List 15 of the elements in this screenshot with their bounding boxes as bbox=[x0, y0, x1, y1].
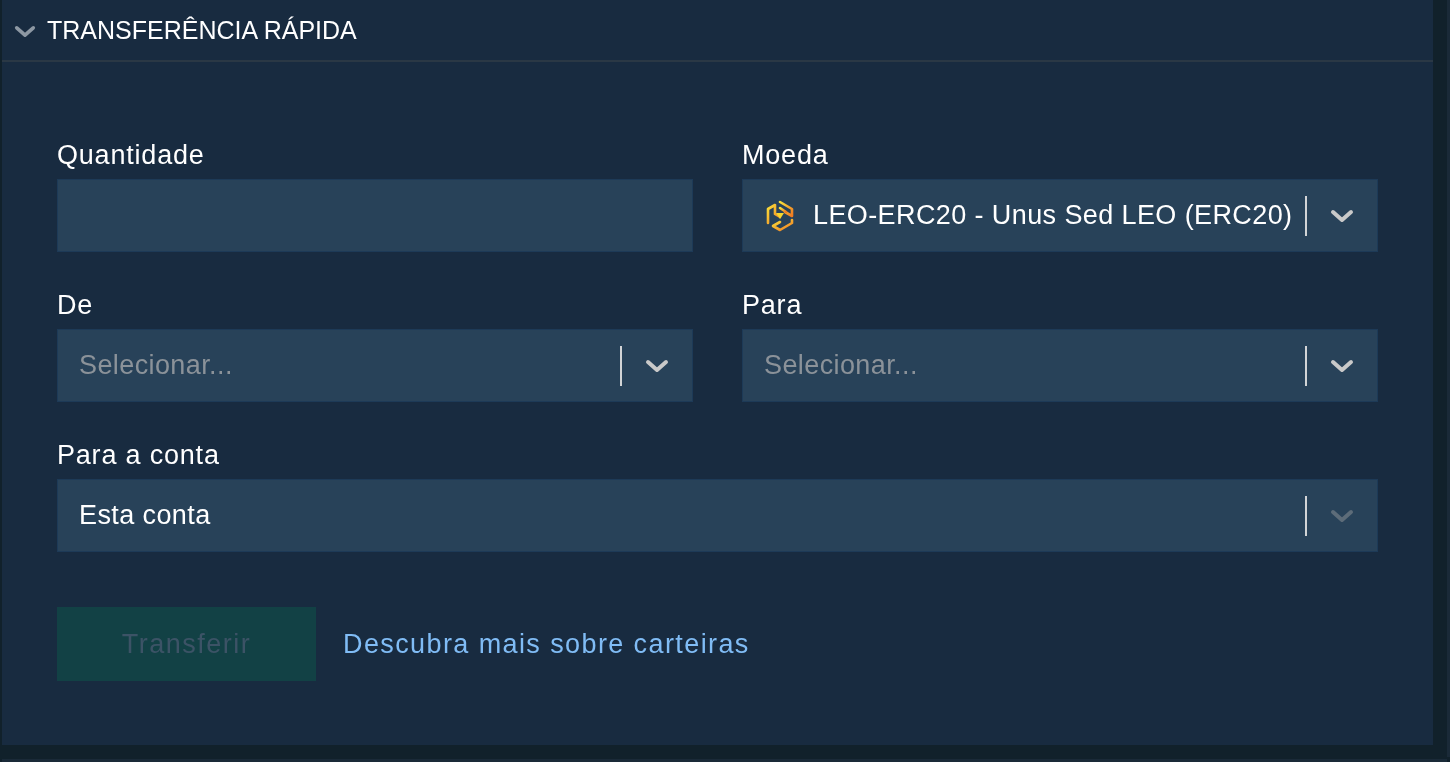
chevron-down-icon bbox=[1330, 208, 1354, 223]
chevron-down-icon bbox=[1330, 508, 1354, 523]
dropdown-field[interactable]: LEO-ERC20 - Unus Sed LEO (ERC20) bbox=[742, 179, 1378, 252]
field-label: Para bbox=[742, 290, 803, 320]
chevron-down-icon bbox=[645, 358, 669, 373]
field-label: Quantidade bbox=[57, 140, 205, 170]
field-label: De bbox=[57, 290, 94, 320]
field-label: Para a conta bbox=[57, 440, 220, 470]
panel-title: TRANSFERÊNCIA RÁPIDA bbox=[47, 15, 357, 45]
chevron-down-icon bbox=[1330, 358, 1354, 373]
field-label: Moeda bbox=[742, 140, 829, 170]
coin-logo-icon bbox=[764, 199, 796, 232]
input-field[interactable] bbox=[57, 179, 693, 252]
chevron-down-icon[interactable] bbox=[14, 24, 36, 38]
wallets-link[interactable]: Descubra mais sobre carteiras bbox=[343, 628, 750, 660]
